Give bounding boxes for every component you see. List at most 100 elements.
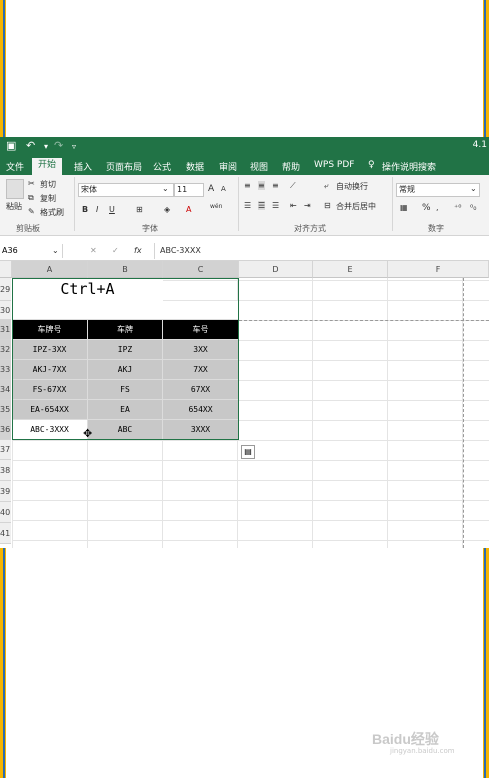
comma-style-icon[interactable]: ,: [436, 203, 439, 212]
table-cell[interactable]: FS-67XX: [12, 380, 88, 400]
merge-icon[interactable]: ⊟: [324, 201, 331, 210]
row-header[interactable]: 38: [0, 460, 11, 481]
tab-page-layout[interactable]: 页面布局: [106, 160, 142, 173]
row-header[interactable]: 41: [0, 523, 11, 544]
font-size-select[interactable]: 11: [174, 183, 204, 197]
quick-analysis-icon[interactable]: ▤: [241, 445, 255, 459]
tab-file[interactable]: 文件: [6, 160, 24, 173]
tab-review[interactable]: 审阅: [219, 160, 237, 173]
shrink-font-button[interactable]: A: [221, 185, 226, 193]
row-header[interactable]: 30: [0, 301, 11, 320]
fill-color-icon[interactable]: ◈: [164, 205, 170, 214]
table-cell[interactable]: EA-654XX: [12, 400, 88, 420]
fx-icon[interactable]: fx: [134, 246, 142, 255]
active-cell[interactable]: ABC-3XXX: [12, 420, 88, 440]
table-cell[interactable]: 3XXX: [163, 420, 239, 440]
align-bottom-icon[interactable]: ≡: [272, 181, 279, 190]
accounting-format-icon[interactable]: ▦: [400, 203, 408, 212]
table-cell[interactable]: 654XX: [163, 400, 239, 420]
undo-icon[interactable]: ↶: [26, 139, 35, 152]
table-cell[interactable]: 3XX: [163, 340, 239, 360]
row-header[interactable]: 31: [0, 320, 11, 340]
increase-decimal-icon[interactable]: ⁺⁰: [454, 203, 461, 212]
row-header[interactable]: 32: [0, 340, 11, 360]
wrap-text-button[interactable]: 自动换行: [336, 181, 368, 192]
table-cell[interactable]: IPZ-3XX: [12, 340, 88, 360]
table-cell[interactable]: AKJ-7XX: [12, 360, 88, 380]
table-cell[interactable]: 7XX: [163, 360, 239, 380]
row-header[interactable]: 36: [0, 420, 11, 440]
undo-dropdown-icon[interactable]: ▾: [44, 142, 48, 151]
tab-insert[interactable]: 插入: [74, 160, 92, 173]
tab-home[interactable]: 开始: [32, 158, 63, 175]
border-icon[interactable]: ⊞: [136, 205, 143, 214]
column-header-d[interactable]: D: [239, 261, 313, 278]
row-header[interactable]: 39: [0, 481, 11, 502]
table-cell[interactable]: 67XX: [163, 380, 239, 400]
table-cell[interactable]: ABC: [88, 420, 163, 440]
table-cell[interactable]: AKJ: [88, 360, 163, 380]
copy-button[interactable]: 复制: [40, 193, 56, 204]
format-painter-icon[interactable]: ✎: [28, 207, 35, 216]
enter-formula-icon[interactable]: ✓: [112, 246, 119, 255]
decrease-indent-icon[interactable]: ⇤: [290, 201, 297, 210]
italic-button[interactable]: I: [96, 205, 98, 214]
table-header-cell[interactable]: 车号: [163, 320, 239, 340]
table-cell[interactable]: IPZ: [88, 340, 163, 360]
formula-input[interactable]: ABC-3XXX: [160, 246, 201, 255]
chevron-down-icon: ⌄: [52, 246, 59, 255]
tab-wps-pdf[interactable]: WPS PDF: [314, 160, 354, 170]
tell-me-search[interactable]: 操作说明搜索: [382, 160, 436, 173]
table-header-cell[interactable]: 车牌号: [12, 320, 88, 340]
tab-help[interactable]: 帮助: [282, 160, 300, 173]
column-header-c[interactable]: C: [163, 261, 239, 278]
row-header[interactable]: 34: [0, 380, 11, 400]
phonetic-button[interactable]: wén: [210, 203, 222, 210]
redo-icon[interactable]: ↷: [54, 139, 63, 152]
select-all-corner[interactable]: [0, 261, 12, 278]
align-top-icon[interactable]: ≡: [244, 181, 251, 190]
customize-quick-access-icon[interactable]: ▿: [72, 142, 76, 151]
paste-icon[interactable]: [6, 179, 24, 199]
cut-button[interactable]: 剪切: [40, 179, 56, 190]
tab-data[interactable]: 数据: [186, 160, 204, 173]
orientation-icon[interactable]: ⟋: [290, 181, 296, 191]
lightbulb-icon: ♀: [368, 160, 375, 170]
align-left-icon[interactable]: ☰: [244, 201, 251, 210]
tab-view[interactable]: 视图: [250, 160, 268, 173]
wrap-text-icon[interactable]: ⤶: [324, 181, 328, 191]
cut-icon[interactable]: ✂: [28, 179, 35, 188]
table-cell[interactable]: EA: [88, 400, 163, 420]
column-header-a[interactable]: A: [12, 261, 88, 278]
row-header[interactable]: 29: [0, 278, 11, 301]
paste-button[interactable]: 粘贴: [6, 201, 22, 212]
save-icon[interactable]: ▣: [6, 139, 16, 152]
percent-button[interactable]: %: [422, 203, 431, 213]
underline-button[interactable]: U: [109, 205, 115, 214]
table-cell[interactable]: FS: [88, 380, 163, 400]
copy-icon[interactable]: ⧉: [28, 193, 34, 203]
font-name-select[interactable]: 宋体: [78, 183, 174, 197]
align-center-icon[interactable]: ☰: [258, 201, 266, 210]
format-painter-button[interactable]: 格式刷: [40, 207, 64, 218]
bold-button[interactable]: B: [82, 205, 88, 214]
cell[interactable]: [12, 301, 239, 320]
align-right-icon[interactable]: ☰: [272, 201, 279, 210]
increase-indent-icon[interactable]: ⇥: [304, 201, 311, 210]
cancel-formula-icon[interactable]: ✕: [90, 246, 97, 255]
grow-font-button[interactable]: A: [208, 184, 214, 194]
row-header[interactable]: 37: [0, 440, 11, 460]
number-format-select[interactable]: 常规: [396, 183, 480, 197]
column-header-e[interactable]: E: [313, 261, 388, 278]
align-middle-icon[interactable]: ≡: [258, 181, 265, 190]
row-header[interactable]: 33: [0, 360, 11, 380]
font-color-icon[interactable]: A: [186, 205, 191, 214]
decrease-decimal-icon[interactable]: ⁰₀: [470, 203, 476, 212]
merge-center-button[interactable]: 合并后居中: [336, 201, 376, 212]
column-header-b[interactable]: B: [88, 261, 163, 278]
row-header[interactable]: 40: [0, 502, 11, 523]
row-header[interactable]: 35: [0, 400, 11, 420]
tab-formulas[interactable]: 公式: [153, 160, 171, 173]
table-header-cell[interactable]: 车牌: [88, 320, 163, 340]
column-header-f[interactable]: F: [388, 261, 489, 278]
